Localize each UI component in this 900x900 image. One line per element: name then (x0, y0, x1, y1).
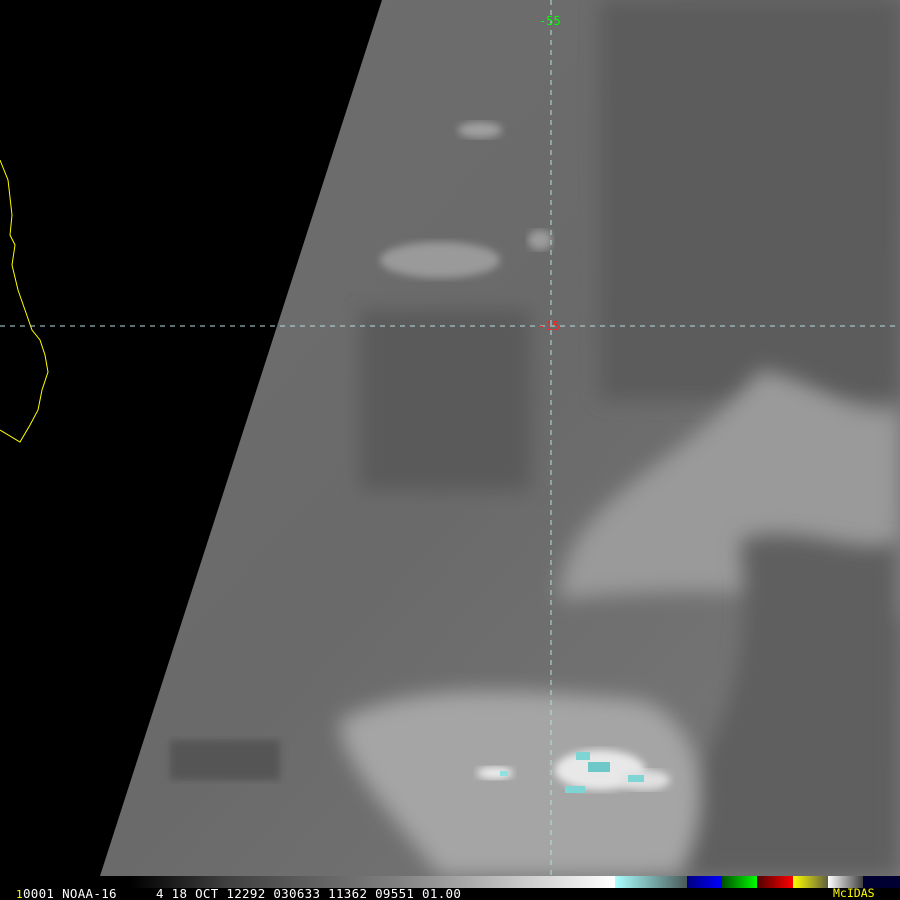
mcidas-brand: McIDAS (833, 886, 875, 900)
frame-number: 1 (16, 888, 23, 900)
satellite-imagery (0, 0, 900, 876)
longitude-label: -55 (539, 14, 561, 28)
coastline (0, 159, 49, 443)
latitude-label: -15 (538, 319, 560, 333)
info-text: 0001 NOAA-16 4 18 OCT 12292 030633 11362… (22, 886, 462, 900)
satellite-image-viewer: -55 -15 10001 NOAA-16 4 18 OCT 12292 030… (0, 0, 900, 900)
image-info-line: 10001 NOAA-16 4 18 OCT 12292 030633 1136… (16, 886, 461, 900)
